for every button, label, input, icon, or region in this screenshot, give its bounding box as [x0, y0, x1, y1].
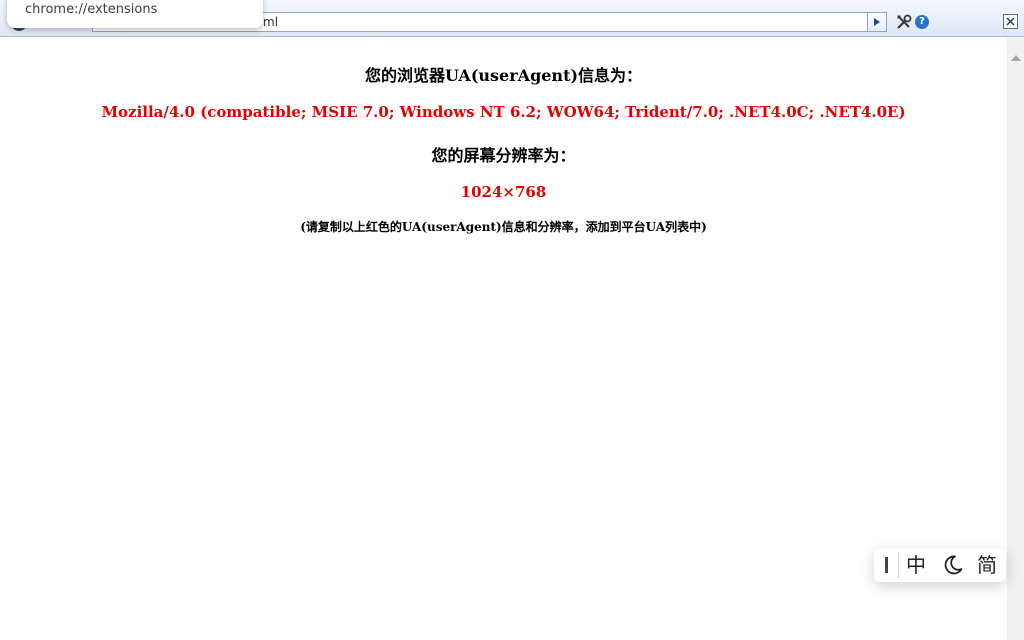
moon-icon[interactable] — [942, 554, 964, 582]
ua-heading: 您的浏览器UA(userAgent)信息为： — [364, 66, 643, 85]
url-suggestion-popup[interactable]: chrome://extensions — [7, 0, 263, 28]
ime-separator — [898, 552, 899, 578]
address-text: ml — [263, 15, 279, 29]
close-icon — [1006, 17, 1015, 26]
scroll-up-arrow-icon[interactable] — [1011, 55, 1021, 61]
ime-script-toggle[interactable]: 简 — [977, 552, 997, 578]
ua-value: Mozilla/4.0 (compatible; MSIE 7.0; Windo… — [101, 103, 906, 121]
ime-toolbar[interactable]: 中 简 — [874, 548, 1006, 582]
close-button[interactable] — [1003, 14, 1018, 29]
drag-handle-icon[interactable] — [885, 557, 888, 573]
vertical-scrollbar[interactable] — [1007, 37, 1024, 640]
copy-instruction-note: (请复制以上红色的UA(userAgent)信息和分辨率，添加到平台UA列表中) — [300, 220, 707, 234]
resolution-value: 1024×768 — [460, 183, 547, 201]
go-button[interactable] — [868, 12, 887, 32]
help-icon[interactable]: ? — [915, 15, 929, 29]
tools-icon[interactable] — [896, 14, 912, 30]
suggestion-text: chrome://extensions — [25, 2, 158, 17]
ime-language-toggle[interactable]: 中 — [906, 552, 926, 578]
resolution-heading: 您的屏幕分辨率为： — [431, 146, 576, 165]
